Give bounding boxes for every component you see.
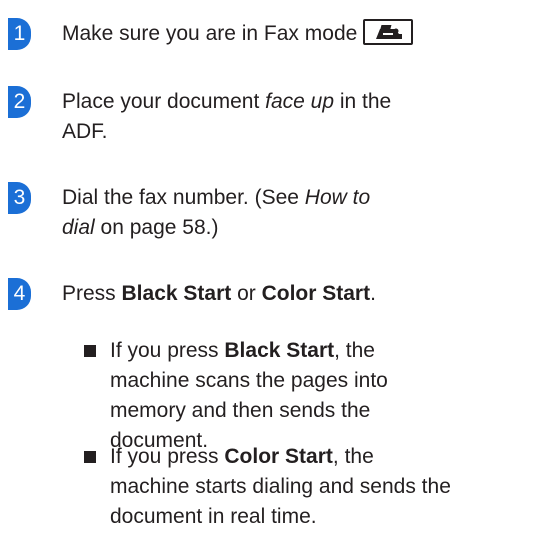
text-run: on page 58.) [94,216,219,239]
bullet-square-icon [84,345,96,357]
step-number-badge: 4 [8,278,31,310]
step-text: Dial the fax number. (See How to dial on… [62,183,370,243]
step-text: Make sure you are in Fax mode [62,19,414,49]
text-line: machine scans the pages into [110,369,388,392]
text-line: memory and then sends the [110,399,371,422]
text-run: Place your document [62,90,266,113]
text-line: document in real time. [110,505,317,528]
text-run: in the [334,90,392,113]
bold-text: Color Start [261,282,371,305]
text-run: Dial the fax number. (See [62,186,305,209]
bold-text: Black Start [121,282,232,305]
bold-text: Color Start [224,445,333,468]
text-run: , the [334,339,375,362]
text-run: Press [62,282,122,305]
step-number-badge: 1 [8,18,31,50]
emphasis-text: How to [304,186,371,209]
fax-mode-icon [363,19,414,45]
emphasis-text: face up [265,90,334,113]
text-run: . [370,282,376,305]
step-1-line: Make sure you are in Fax mode [62,22,358,45]
emphasis-text: dial [62,216,95,239]
text-run: or [231,282,262,305]
text-line: machine starts dialing and sends the [110,475,451,498]
text-line: ADF. [62,120,108,143]
bullet-text: If you press Color Start, the machine st… [110,442,451,532]
step-number-badge: 2 [8,86,31,118]
step-text: Press Black Start or Color Start. [62,279,376,309]
text-run: If you press [110,445,225,468]
text-run: If you press [110,339,225,362]
step-number-badge: 3 [8,182,31,214]
bullet-square-icon [84,451,96,463]
bold-text: Black Start [224,339,335,362]
text-run: , the [332,445,374,468]
step-text: Place your document face up in the ADF. [62,87,391,147]
bullet-text: If you press Black Start, the machine sc… [110,336,388,456]
